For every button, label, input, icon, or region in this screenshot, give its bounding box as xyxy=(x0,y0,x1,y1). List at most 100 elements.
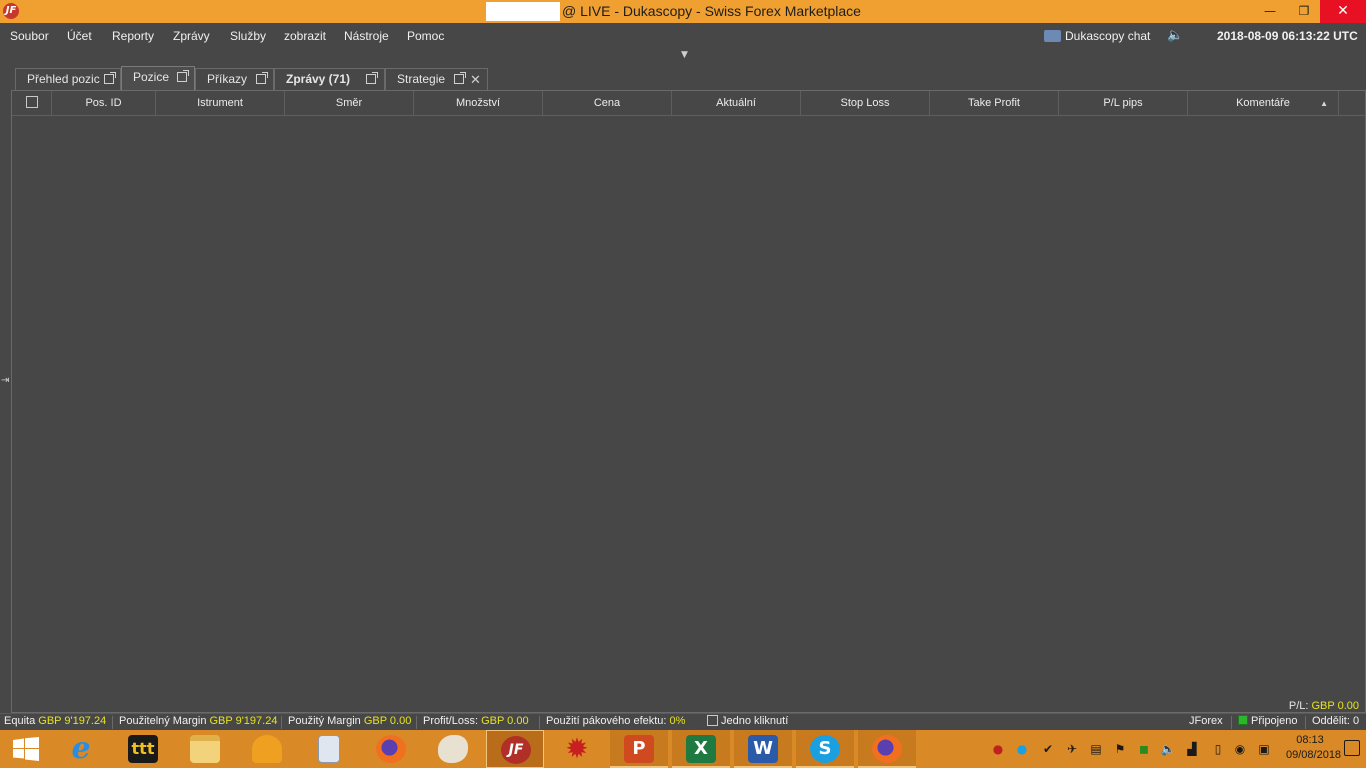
tray-display-icon[interactable]: ▣ xyxy=(1256,741,1272,757)
menu-zobrazit[interactable]: zobrazit xyxy=(284,29,326,43)
connection-label: Připojeno xyxy=(1251,715,1298,727)
positions-table: Pos. ID Istrument Směr Množství Cena Akt… xyxy=(11,90,1366,713)
tab-strategie[interactable]: Strategie ✕ xyxy=(385,68,488,91)
tray-printer-icon[interactable]: ▤ xyxy=(1088,741,1104,757)
taskbar-clock[interactable]: 08:13 09/08/2018 xyxy=(1286,733,1341,763)
restore-button[interactable]: ❐ xyxy=(1285,0,1323,23)
taskbar-file-explorer[interactable] xyxy=(176,730,234,768)
taskbar-powerpoint[interactable]: P xyxy=(610,730,668,768)
col-smer[interactable]: Směr xyxy=(285,91,414,116)
col-take-profit[interactable]: Take Profit xyxy=(930,91,1059,116)
col-stop-loss[interactable]: Stop Loss xyxy=(801,91,930,116)
connection-status: Připojeno xyxy=(1238,715,1297,727)
close-button[interactable]: ✕ xyxy=(1320,0,1366,23)
col-aktualni[interactable]: Aktuální xyxy=(672,91,801,116)
minimize-button[interactable]: — xyxy=(1251,0,1289,23)
taskbar-calculator[interactable] xyxy=(300,730,358,768)
one-click-checkbox[interactable] xyxy=(707,715,718,726)
tab-prehled-pozic[interactable]: Přehled pozic xyxy=(15,68,121,91)
tray-network-icon[interactable]: ▟ xyxy=(1184,741,1200,757)
windows-logo-icon xyxy=(13,737,39,761)
taskbar-internet-explorer[interactable]: e xyxy=(52,730,110,768)
window-titlebar: JF @ LIVE - Dukascopy - Swiss Forex Mark… xyxy=(0,0,1366,23)
tab-pozice[interactable]: Pozice xyxy=(121,66,195,91)
status-divider xyxy=(416,716,417,729)
tray-tools-icon[interactable]: ✈ xyxy=(1064,741,1080,757)
taskbar-paint[interactable] xyxy=(424,730,482,768)
col-mnozstvi[interactable]: Množství xyxy=(414,91,543,116)
powerpoint-icon: P xyxy=(624,735,654,763)
select-all-checkbox[interactable] xyxy=(12,91,52,116)
status-bar: Equita GBP 9'197.24 Použitelný Margin GB… xyxy=(0,713,1366,730)
notification-icon[interactable] xyxy=(1344,740,1360,756)
undock-icon[interactable] xyxy=(256,72,268,84)
connected-indicator-icon xyxy=(1238,715,1248,725)
expand-sidebar-icon[interactable]: ⇥ xyxy=(1,375,9,386)
menu-soubor[interactable]: Soubor xyxy=(10,29,49,43)
col-pl-pips[interactable]: P/L pips xyxy=(1059,91,1188,116)
col-cena[interactable]: Cena xyxy=(543,91,672,116)
tab-label: Příkazy xyxy=(207,72,248,86)
col-pos-id[interactable]: Pos. ID xyxy=(52,91,156,116)
start-button[interactable] xyxy=(0,730,58,768)
tab-zpravy[interactable]: Zprávy (71) xyxy=(274,68,385,91)
table-header: Pos. ID Istrument Směr Množství Cena Akt… xyxy=(12,91,1365,116)
tray-flag-icon[interactable]: ⚑ xyxy=(1112,741,1128,757)
menu-nastroje[interactable]: Nástroje xyxy=(344,29,389,43)
col-komentare-label: Komentáře xyxy=(1236,97,1290,109)
equity-value: GBP 9'197.24 xyxy=(38,715,107,727)
equity-status: Equita GBP 9'197.24 xyxy=(4,715,106,727)
status-divider xyxy=(539,716,540,729)
undock-icon[interactable] xyxy=(104,72,116,84)
hard-hat-icon xyxy=(252,735,282,763)
leverage-value: 0% xyxy=(669,715,686,727)
dukascopy-chat-button[interactable]: Dukascopy chat xyxy=(1044,29,1150,43)
used-margin-label: Použitý Margin xyxy=(288,715,361,727)
tray-skype-icon[interactable]: ● xyxy=(1014,741,1030,757)
taskbar-firefox-2[interactable] xyxy=(858,730,916,768)
taskbar-red-gear-app[interactable]: ✹ xyxy=(548,730,606,768)
undock-icon[interactable] xyxy=(177,70,189,82)
collapse-arrow-icon[interactable]: ▼ xyxy=(681,50,688,60)
taskbar-sirius[interactable] xyxy=(238,730,296,768)
menu-pomoc[interactable]: Pomoc xyxy=(407,29,444,43)
one-click-toggle[interactable]: Jedno kliknutí xyxy=(707,715,788,727)
tray-volume-icon[interactable]: 🔈 xyxy=(1160,741,1176,757)
col-komentare[interactable]: Komentáře ▲ xyxy=(1188,91,1339,116)
pl-total-value: GBP 0.00 xyxy=(1311,700,1360,712)
folder-icon xyxy=(190,735,220,763)
menu-zpravy[interactable]: Zprávy xyxy=(173,29,210,43)
one-click-label: Jedno kliknutí xyxy=(721,715,789,727)
taskbar-excel[interactable]: X xyxy=(672,730,730,768)
tab-label: Strategie xyxy=(397,72,446,86)
undock-icon[interactable] xyxy=(454,72,466,84)
chat-icon xyxy=(1044,30,1061,42)
undock-icon[interactable] xyxy=(366,72,378,84)
close-tab-icon[interactable]: ✕ xyxy=(470,69,481,90)
taskbar-skype[interactable]: S xyxy=(796,730,854,768)
col-instrument[interactable]: Istrument xyxy=(156,91,285,116)
taskbar-firefox[interactable] xyxy=(362,730,420,768)
tray-nvidia-icon[interactable]: ◼ xyxy=(1136,741,1152,757)
menu-sluzby[interactable]: Služby xyxy=(230,29,266,43)
taskbar-jforex[interactable]: JF xyxy=(486,730,544,768)
equity-label: Equita xyxy=(4,715,36,727)
menu-ucet[interactable]: Účet xyxy=(67,29,92,43)
tab-prikazy[interactable]: Příkazy xyxy=(195,68,274,91)
tray-app-icon[interactable]: ● xyxy=(990,741,1006,757)
leverage-status: Použití pákového efektu: 0% xyxy=(546,715,685,727)
speaker-icon[interactable]: 🔈 xyxy=(1167,28,1183,43)
tray-language-icon[interactable]: ◉ xyxy=(1232,741,1248,757)
profit-loss-value: GBP 0.00 xyxy=(481,715,529,727)
taskbar-word[interactable]: W xyxy=(734,730,792,768)
detached-count[interactable]: Oddělit: 0 xyxy=(1312,715,1359,727)
used-margin-status: Použitý Margin GBP 0.00 xyxy=(288,715,411,727)
excel-icon: X xyxy=(686,735,716,763)
tray-battery-icon[interactable]: ▯ xyxy=(1210,741,1226,757)
server-clock: 2018-08-09 06:13:22 UTC xyxy=(1217,29,1358,43)
menu-reporty[interactable]: Reporty xyxy=(112,29,154,43)
usable-margin-label: Použitelný Margin xyxy=(119,715,207,727)
tray-security-icon[interactable]: ✔ xyxy=(1040,741,1056,757)
gear-icon: ✹ xyxy=(565,732,589,765)
taskbar-broker-app[interactable]: ttt xyxy=(114,730,172,768)
